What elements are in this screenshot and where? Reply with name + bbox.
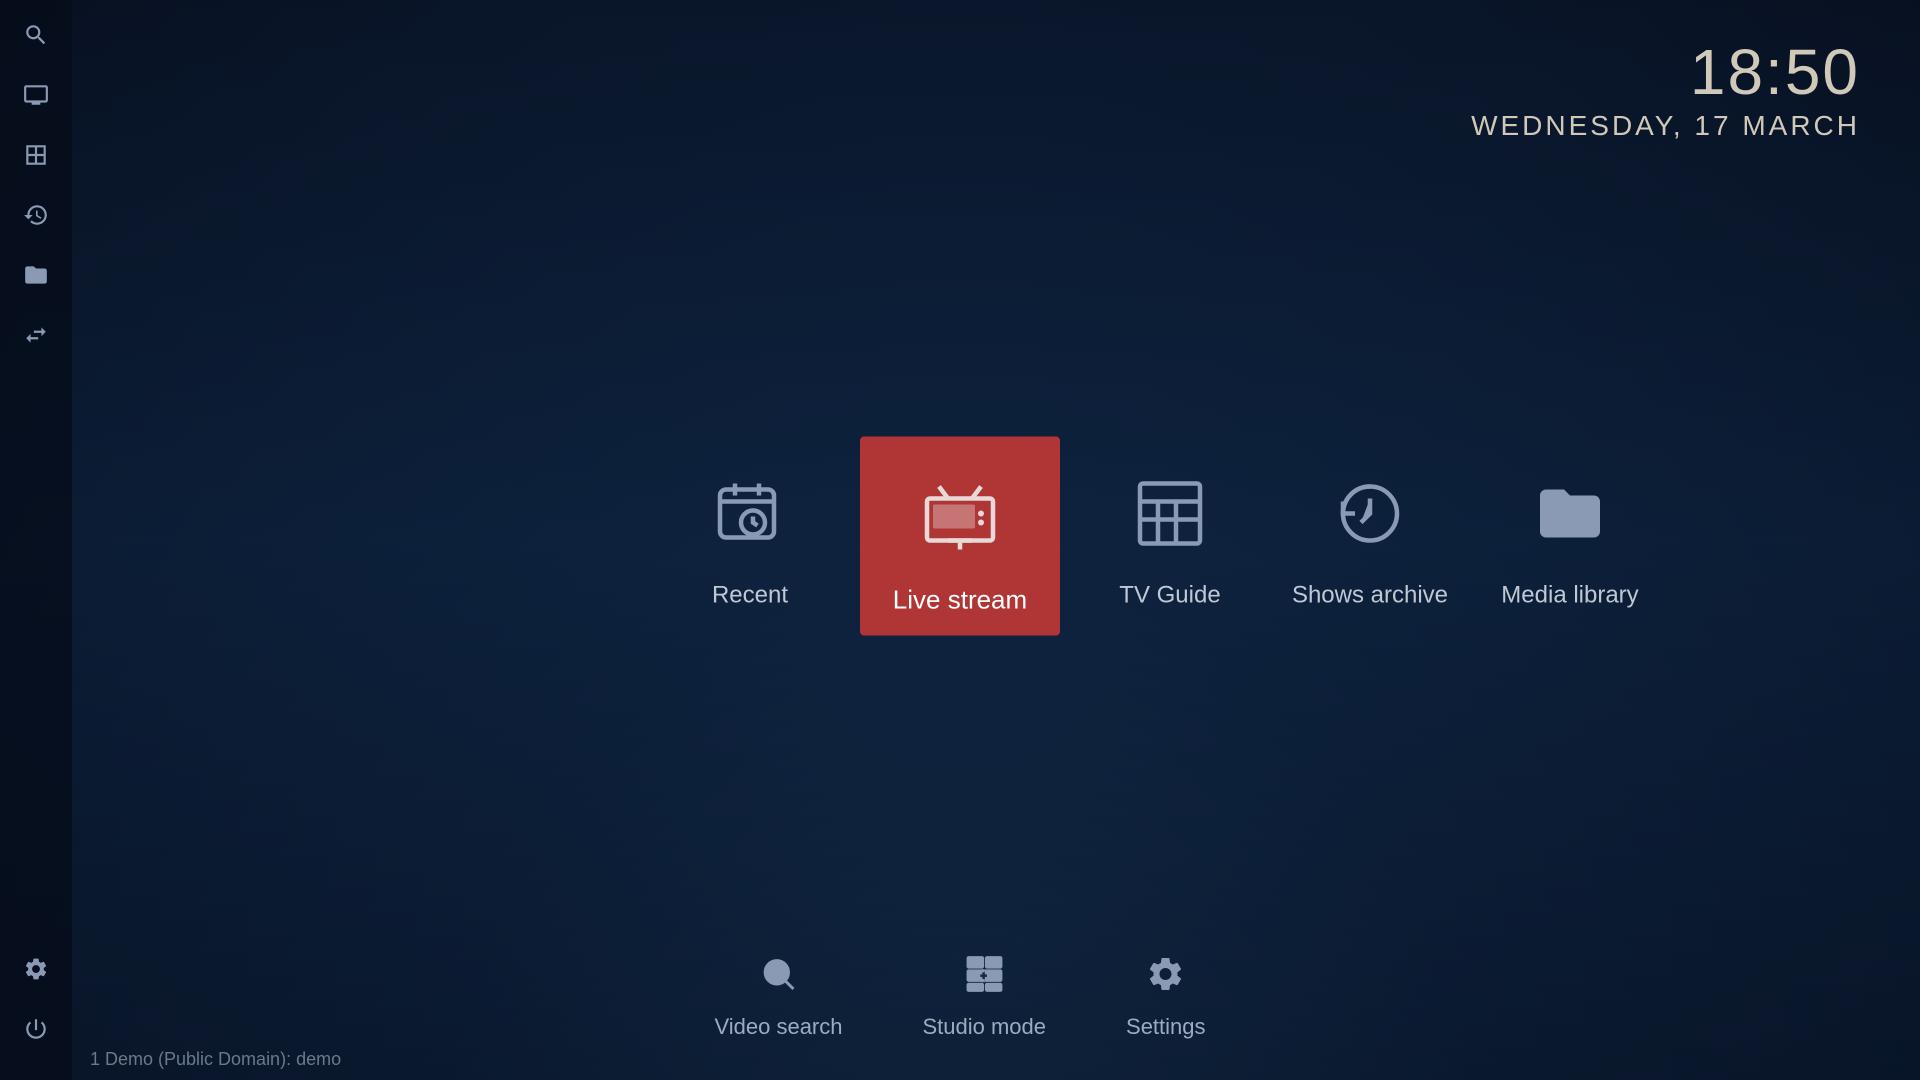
bottom-settings-icon: [1146, 954, 1186, 1004]
menu-item-shows-archive[interactable]: Shows archive: [1280, 463, 1460, 609]
shows-archive-icon: [1320, 463, 1420, 563]
bottom-item-settings[interactable]: Settings: [1126, 954, 1206, 1040]
clock-time: 18:50: [1471, 40, 1860, 104]
studio-mode-label: Studio mode: [922, 1014, 1046, 1040]
sidebar-item-tv-guide[interactable]: [10, 132, 62, 184]
clock-area: 18:50 Wednesday, 17 March: [1471, 40, 1860, 142]
recent-icon: [700, 463, 800, 563]
bottom-bar: Video search Studio mode: [714, 954, 1205, 1040]
history-icon: [23, 202, 49, 234]
live-stream-label: Live stream: [893, 585, 1027, 616]
bottom-item-studio-mode[interactable]: Studio mode: [922, 954, 1046, 1040]
shows-archive-label: Shows archive: [1292, 581, 1448, 609]
clock-date: Wednesday, 17 March: [1471, 110, 1860, 142]
sidebar-item-settings[interactable]: [10, 946, 62, 998]
main-grid: Recent Live stream: [660, 437, 1660, 636]
folder-icon: [23, 262, 49, 294]
switch-icon: [23, 322, 49, 354]
video-search-icon: [758, 954, 798, 1004]
media-library-icon: [1520, 463, 1620, 563]
sidebar-item-switch[interactable]: [10, 312, 62, 364]
bottom-settings-label: Settings: [1126, 1014, 1206, 1040]
studio-mode-icon: [964, 954, 1004, 1004]
status-text: 1 Demo (Public Domain): demo: [90, 1049, 341, 1069]
menu-item-live-stream[interactable]: Live stream: [860, 437, 1060, 636]
sidebar-item-power[interactable]: [10, 1006, 62, 1058]
status-bar: 1 Demo (Public Domain): demo: [90, 1049, 341, 1070]
sidebar-item-history[interactable]: [10, 192, 62, 244]
live-tv-icon: [23, 82, 49, 114]
menu-item-media-library[interactable]: Media library: [1480, 463, 1660, 609]
menu-item-tv-guide[interactable]: TV Guide: [1080, 463, 1260, 609]
tv-guide-icon: [1120, 463, 1220, 563]
sidebar-item-folder[interactable]: [10, 252, 62, 304]
recent-label: Recent: [712, 581, 788, 609]
sidebar-item-search[interactable]: [10, 12, 62, 64]
live-stream-icon: [910, 467, 1010, 567]
tv-guide-label: TV Guide: [1119, 581, 1220, 609]
grid-icon: [23, 142, 49, 174]
media-library-label: Media library: [1501, 581, 1638, 609]
power-icon: [23, 1016, 49, 1048]
sidebar: [0, 0, 72, 1080]
menu-item-recent[interactable]: Recent: [660, 463, 840, 609]
sidebar-item-live-tv[interactable]: [10, 72, 62, 124]
bottom-item-video-search[interactable]: Video search: [714, 954, 842, 1040]
video-search-label: Video search: [714, 1014, 842, 1040]
settings-icon: [23, 956, 49, 988]
search-icon: [23, 22, 49, 54]
